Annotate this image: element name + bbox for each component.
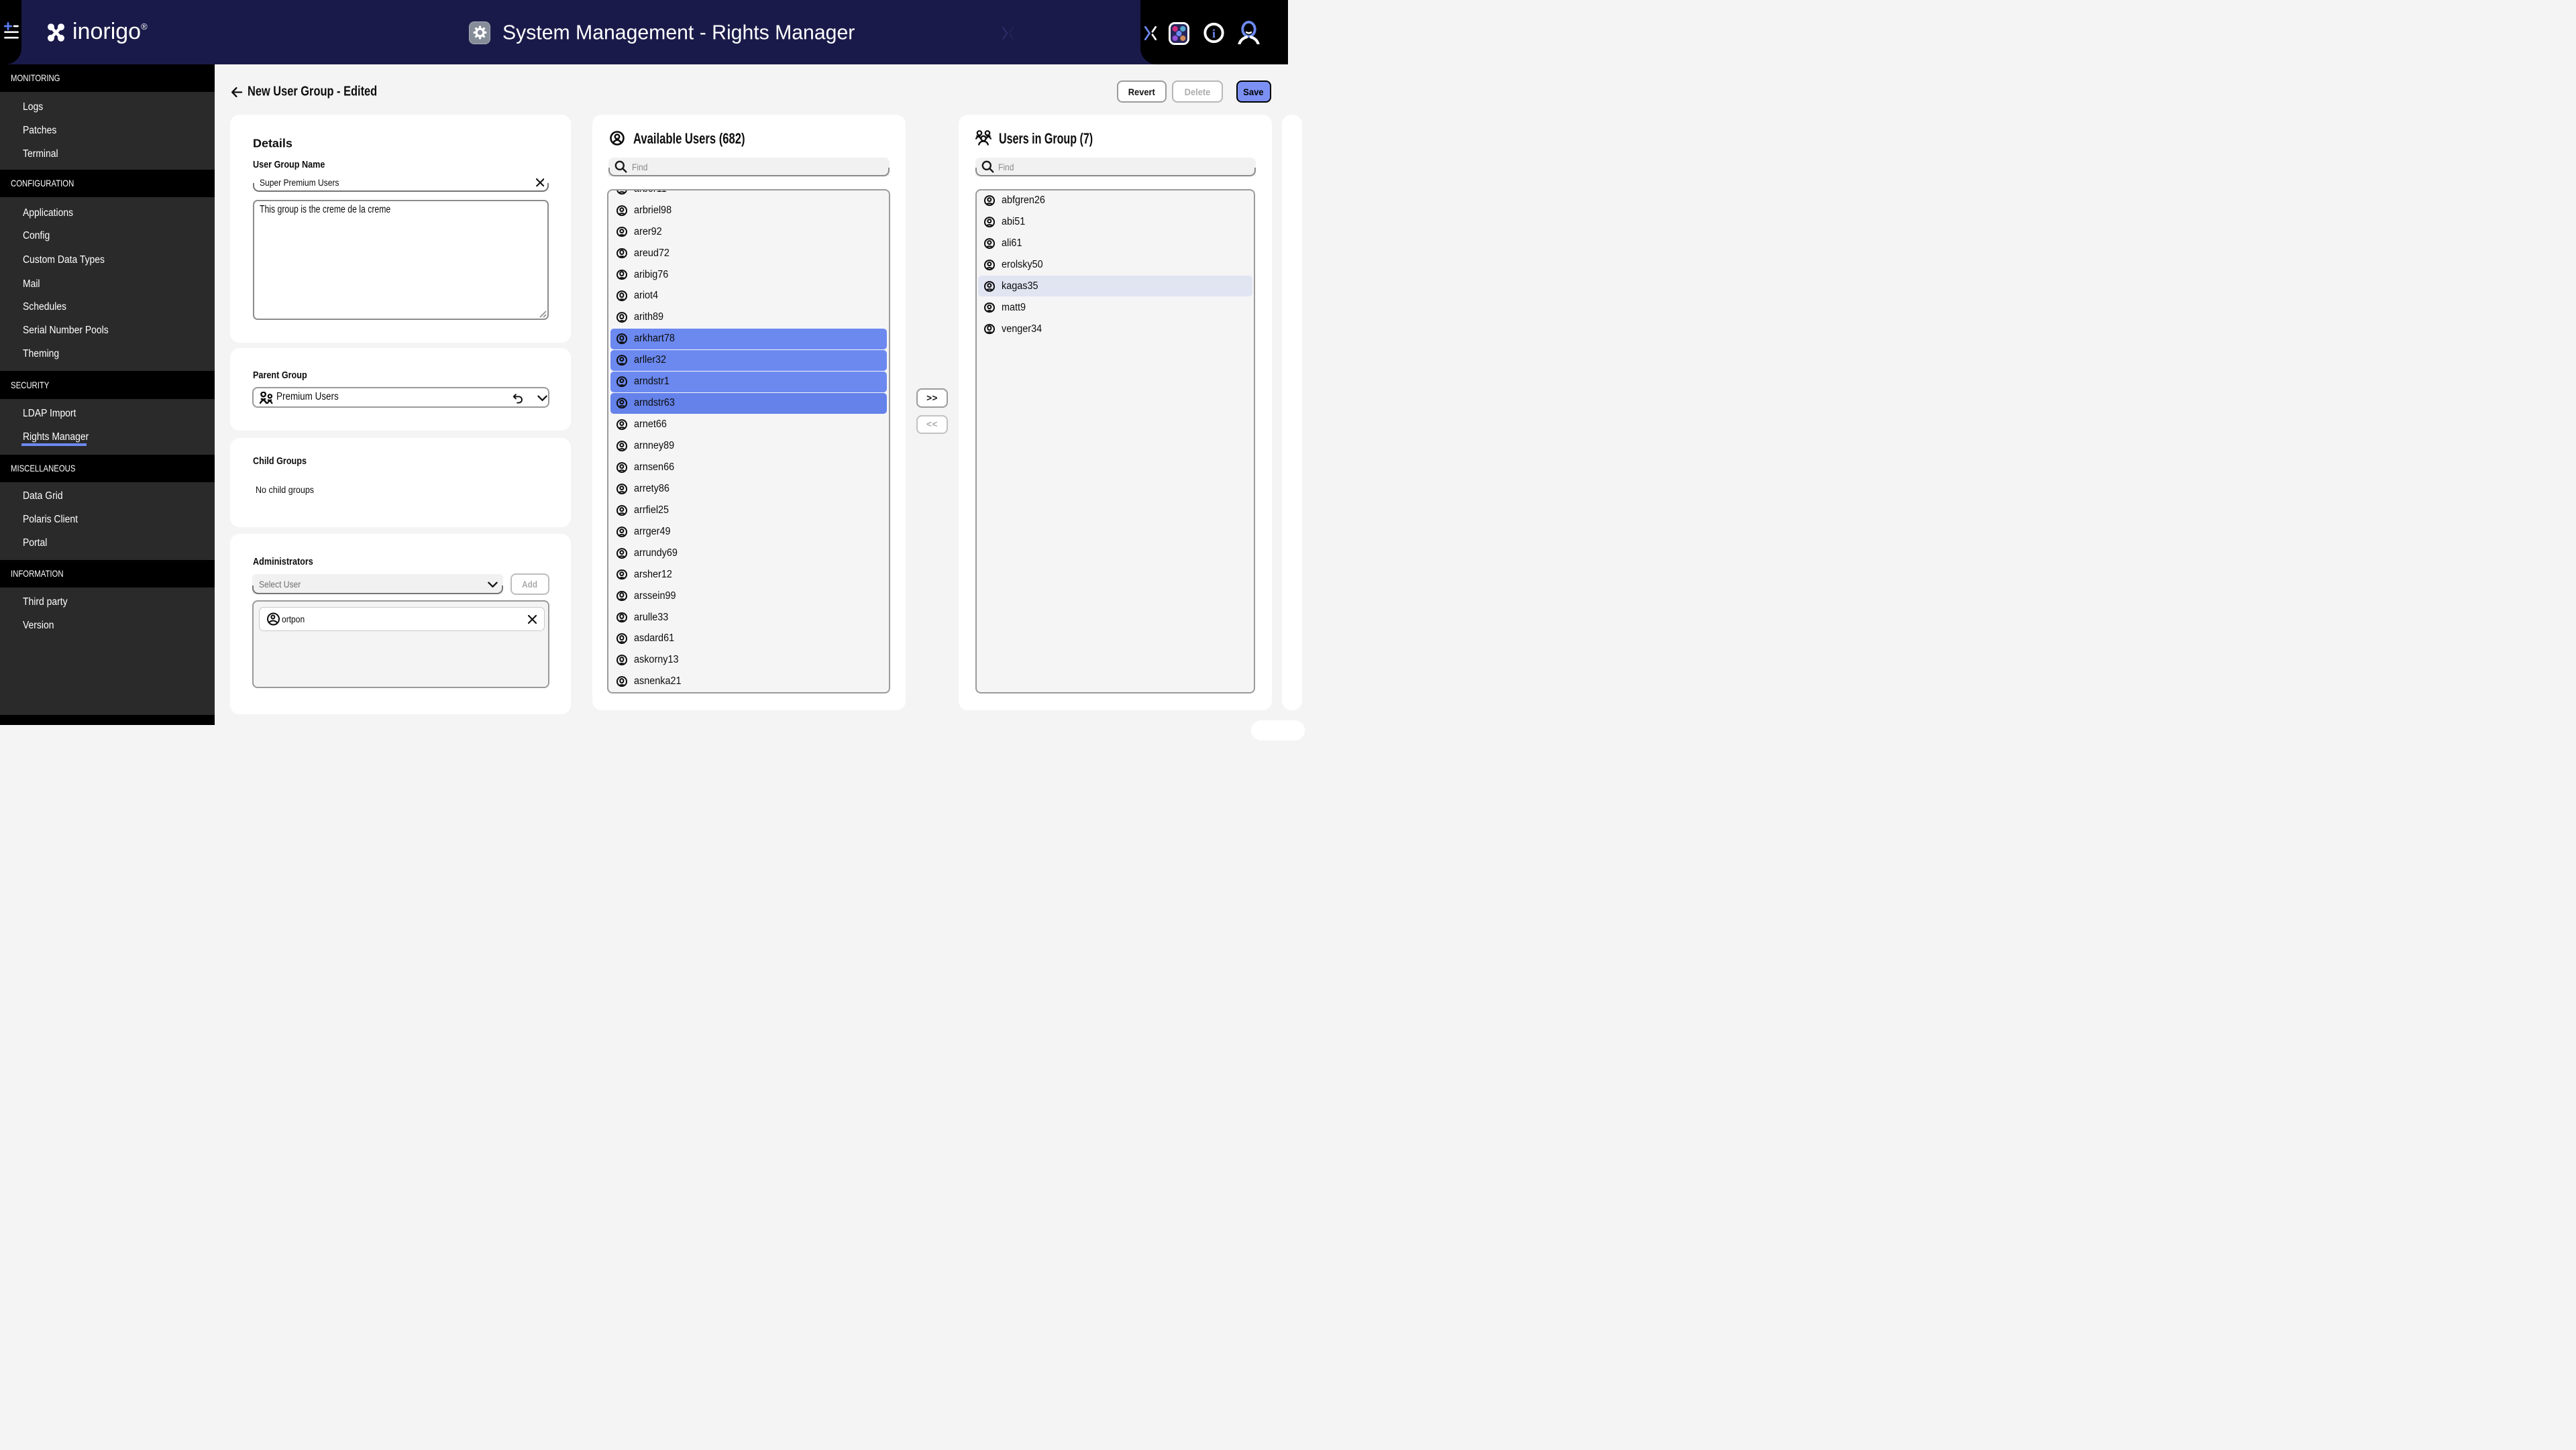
svg-text:i: i: [1212, 27, 1216, 40]
